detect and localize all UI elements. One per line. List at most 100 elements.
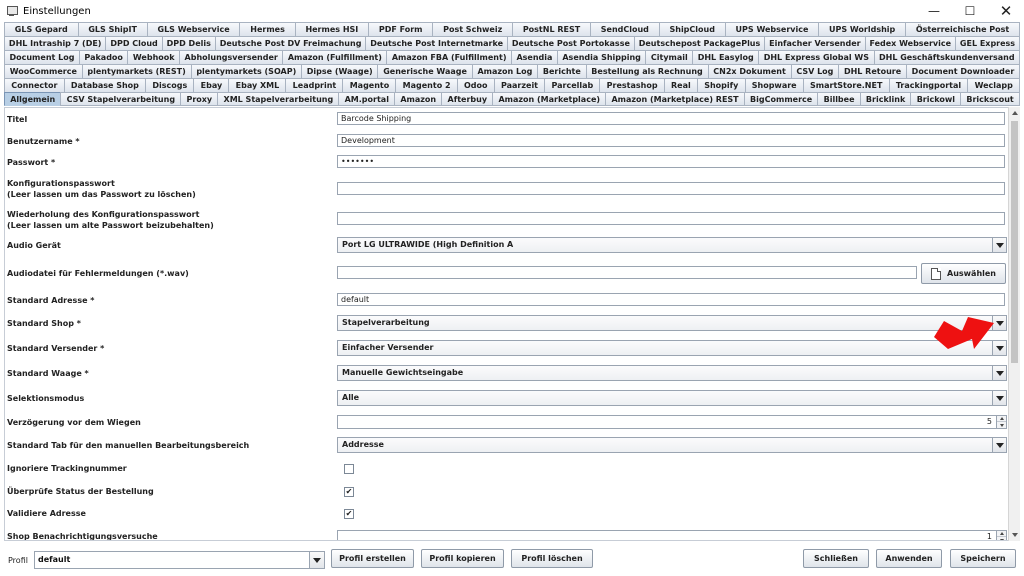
tab-webhook[interactable]: Webhook [127, 50, 180, 64]
tab-berichte[interactable]: Berichte [537, 64, 586, 78]
tab-gel-express[interactable]: GEL Express [954, 36, 1020, 50]
speichern-button[interactable]: Speichern [950, 549, 1016, 568]
tab-allgemein[interactable]: Allgemein [4, 92, 61, 106]
tab-bigcommerce[interactable]: BigCommerce [743, 92, 818, 106]
profil-erstellen-button[interactable]: Profil erstellen [331, 549, 414, 568]
tab-dhl-retoure[interactable]: DHL Retoure [838, 64, 906, 78]
minimize-button[interactable]: — [916, 0, 952, 22]
tab-afterbuy[interactable]: Afterbuy [441, 92, 493, 106]
schliessen-button[interactable]: Schließen [803, 549, 869, 568]
verzoegerung-spin-buttons[interactable] [996, 416, 1006, 428]
standard-shop-select[interactable]: Stapelverarbeitung [337, 315, 1007, 331]
standard-versender-dropdown[interactable] [992, 341, 1006, 355]
tab-document-downloader[interactable]: Document Downloader [905, 64, 1021, 78]
form-scrollbar[interactable] [1008, 107, 1020, 541]
tab-dhl-intraship-7-de[interactable]: DHL Intraship 7 (DE) [4, 36, 106, 50]
validiere-adresse-checkbox[interactable]: ✔ [344, 509, 354, 519]
auswaehlen-button[interactable]: Auswählen [921, 263, 1006, 284]
ignoriere-trackingnummer-checkbox[interactable] [344, 464, 354, 474]
tab-deutsche-post-internetmarke[interactable]: Deutsche Post Internetmarke [365, 36, 507, 50]
tab-deutsche-post-portokasse[interactable]: Deutsche Post Portokasse [506, 36, 634, 50]
tab-amazon-fba-fulfillment[interactable]: Amazon FBA (Fulfillment) [386, 50, 511, 64]
tab-bricklink[interactable]: Bricklink [859, 92, 911, 106]
tab-fedex-webservice[interactable]: Fedex Webservice [864, 36, 955, 50]
tab-brickowl[interactable]: Brickowl [910, 92, 961, 106]
tab-brickscout[interactable]: Brickscout [960, 92, 1020, 106]
tab-prestashop[interactable]: Prestashop [599, 78, 664, 92]
tab-magento[interactable]: Magento [342, 78, 396, 92]
tab-citymail[interactable]: Citymail [645, 50, 693, 64]
tab-amazon-marketplace-rest[interactable]: Amazon (Marketplace) REST [605, 92, 744, 106]
tab-asendia-shipping[interactable]: Asendia Shipping [556, 50, 646, 64]
tab-shipcloud[interactable]: ShipCloud [658, 22, 725, 36]
audiodatei-input[interactable] [337, 266, 917, 279]
tab-weclapp[interactable]: Weclapp [967, 78, 1021, 92]
tab-dhl-express-global-ws[interactable]: DHL Express Global WS [758, 50, 874, 64]
tab-bestellung-als-rechnung[interactable]: Bestellung als Rechnung [585, 64, 708, 78]
tab-connector[interactable]: Connector [4, 78, 64, 92]
tab-dpd-delis[interactable]: DPD Delis [161, 36, 215, 50]
tab-gls-gepard[interactable]: GLS Gepard [4, 22, 78, 36]
ueberpruefe-status-checkbox[interactable]: ✔ [344, 487, 354, 497]
tab-smartstore-net[interactable]: SmartStore.NET [802, 78, 889, 92]
standard-shop-dropdown[interactable] [992, 316, 1006, 330]
tab-dhl-easylog[interactable]: DHL Easylog [692, 50, 759, 64]
tab-paarzeit[interactable]: Paarzeit [493, 78, 545, 92]
tab-amazon-marketplace[interactable]: Amazon (Marketplace) [492, 92, 606, 106]
tab-plentymarkets-soap[interactable]: plentymarkets (SOAP) [190, 64, 302, 78]
standard-versender-select[interactable]: Einfacher Versender [337, 340, 1007, 356]
tab-document-log[interactable]: Document Log [4, 50, 79, 64]
tab-hermes-hsi[interactable]: Hermes HSI [294, 22, 369, 36]
standard-waage-dropdown[interactable] [992, 366, 1006, 380]
tab-cn2x-dokument[interactable]: CN2x Dokument [707, 64, 791, 78]
tab-csv-log[interactable]: CSV Log [790, 64, 839, 78]
tab-amazon[interactable]: Amazon [394, 92, 442, 106]
tab-woocommerce[interactable]: WooCommerce [4, 64, 82, 78]
scroll-up-icon[interactable] [1009, 107, 1020, 119]
selektionsmodus-select[interactable]: Alle [337, 390, 1007, 406]
tab-hermes[interactable]: Hermes [239, 22, 295, 36]
tab-odoo[interactable]: Odoo [456, 78, 494, 92]
tab-real[interactable]: Real [663, 78, 697, 92]
tab-dhl-geschäftskundenversand[interactable]: DHL Geschäftskundenversand [873, 50, 1021, 64]
standard-waage-select[interactable]: Manuelle Gewichtseingabe [337, 365, 1007, 381]
tab-postnl-rest[interactable]: PostNL REST [512, 22, 590, 36]
tab-plentymarkets-rest[interactable]: plentymarkets (REST) [81, 64, 191, 78]
tab-discogs[interactable]: Discogs [145, 78, 194, 92]
passwort-input[interactable]: ••••••• [337, 155, 1005, 168]
close-button[interactable]: ✕ [988, 0, 1024, 22]
tab-einfacher-versender[interactable]: Einfacher Versender [764, 36, 865, 50]
tab-deutschepost-packageplus[interactable]: Deutschepost PackagePlus [633, 36, 765, 50]
tab-sendcloud[interactable]: SendCloud [589, 22, 659, 36]
tab-database-shop[interactable]: Database Shop [63, 78, 146, 92]
tab-asendia[interactable]: Asendia [510, 50, 557, 64]
tab-dpd-cloud[interactable]: DPD Cloud [105, 36, 162, 50]
tab-ups-worldship[interactable]: UPS Worldship [818, 22, 906, 36]
tab-trackingportal[interactable]: Trackingportal [888, 78, 968, 92]
tab-billbee[interactable]: Billbee [817, 92, 860, 106]
tab-shopware[interactable]: Shopware [744, 78, 803, 92]
spin-down-icon[interactable] [997, 422, 1006, 428]
tab-pdf-form[interactable]: PDF Form [368, 22, 433, 36]
tab-am-portal[interactable]: AM.portal [338, 92, 395, 106]
spin-down-icon[interactable] [997, 537, 1006, 540]
konfigurationspasswort-input[interactable] [337, 182, 1005, 195]
standard-tab-select[interactable]: Addresse [337, 437, 1007, 453]
shop-benachrichtigung-spinner[interactable]: 1 [337, 530, 1007, 540]
profil-loeschen-button[interactable]: Profil löschen [511, 549, 593, 568]
tab-pakadoo[interactable]: Pakadoo [78, 50, 128, 64]
scroll-thumb[interactable] [1011, 121, 1018, 363]
scroll-down-icon[interactable] [1009, 529, 1020, 541]
profile-select[interactable]: default [34, 551, 325, 569]
verzoegerung-spinner[interactable]: 5 [337, 415, 1007, 429]
tab-ups-webservice[interactable]: UPS Webservice [724, 22, 819, 36]
tab-gls-webservice[interactable]: GLS Webservice [146, 22, 240, 36]
tab-ebay-xml[interactable]: Ebay XML [228, 78, 286, 92]
tab-ebay[interactable]: Ebay [193, 78, 229, 92]
tab-österreichische-post[interactable]: Österreichische Post [905, 22, 1021, 36]
standard-tab-dropdown[interactable] [992, 438, 1006, 452]
tab-gls-shipit[interactable]: GLS ShipIT [77, 22, 147, 36]
tab-post-schweiz[interactable]: Post Schweiz [432, 22, 513, 36]
anwenden-button[interactable]: Anwenden [876, 549, 942, 568]
tab-amazon-log[interactable]: Amazon Log [471, 64, 538, 78]
